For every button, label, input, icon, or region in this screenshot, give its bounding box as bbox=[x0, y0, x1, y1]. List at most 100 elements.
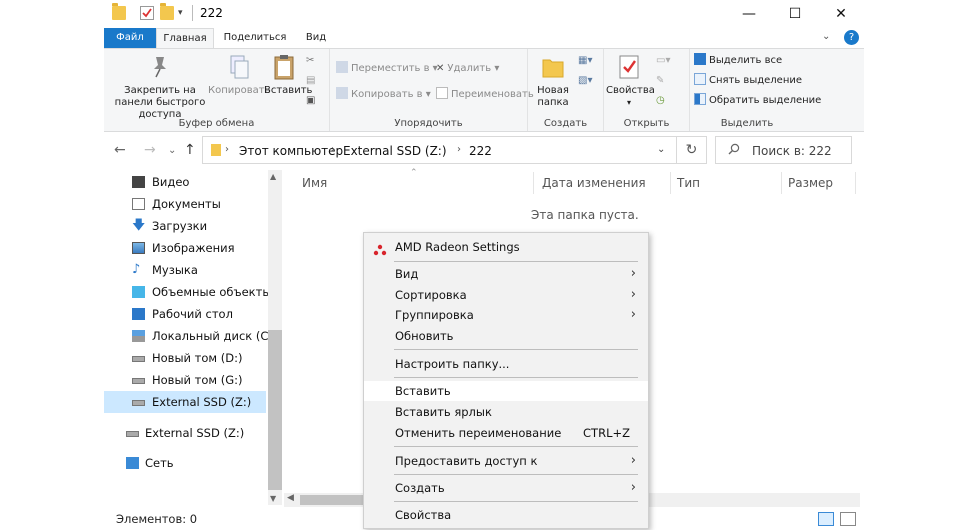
nav-pane-scroll-thumb[interactable] bbox=[268, 330, 282, 490]
menu-item-new[interactable]: Создать › bbox=[364, 478, 648, 498]
back-arrow-icon[interactable]: ← bbox=[114, 142, 126, 158]
select-none-button[interactable]: Снять выделение bbox=[694, 73, 802, 89]
nav-item-music[interactable]: ♪ Музыка bbox=[104, 259, 266, 281]
open-group-label: Открыть bbox=[623, 118, 670, 129]
new-folder-label: Новая папка bbox=[537, 85, 569, 108]
address-dropdown-icon[interactable]: ⌄ bbox=[657, 144, 665, 155]
search-input[interactable]: Поиск в: 222 bbox=[752, 144, 832, 158]
properties-label: Свойства bbox=[606, 85, 655, 96]
minimize-button[interactable]: — bbox=[726, 0, 772, 28]
menu-item-customize-folder[interactable]: Настроить папку... bbox=[364, 354, 648, 374]
nav-item-volume-d[interactable]: Новый том (D:) bbox=[104, 347, 266, 369]
details-view-icon[interactable] bbox=[818, 512, 834, 526]
breadcrumb-folder[interactable]: 222 bbox=[469, 144, 492, 158]
search-box[interactable]: Поиск в: 222 bbox=[715, 136, 852, 164]
open-icon[interactable]: ▭▾ bbox=[656, 53, 670, 69]
nav-item-volume-g[interactable]: Новый том (G:) bbox=[104, 369, 266, 391]
tab-view[interactable]: Вид bbox=[294, 28, 338, 48]
recent-locations-icon[interactable]: ⌄ bbox=[168, 145, 176, 156]
pin-quick-access-button[interactable]: Закрепить на панели быстрого доступа bbox=[108, 53, 212, 121]
nav-item-pictures[interactable]: Изображения bbox=[104, 237, 266, 259]
address-bar[interactable]: › Этот компьютер › External SSD (Z:) › 2… bbox=[202, 136, 677, 164]
menu-item-view[interactable]: Вид › bbox=[364, 264, 648, 284]
breadcrumb-this-pc[interactable]: Этот компьютер bbox=[239, 144, 343, 158]
menu-item-paste-shortcut[interactable]: Вставить ярлык bbox=[364, 402, 648, 422]
menu-item-label: Вид bbox=[395, 267, 419, 281]
create-group-label: Создать bbox=[543, 118, 588, 129]
large-icons-view-icon[interactable] bbox=[840, 512, 856, 526]
new-folder-button[interactable]: Новая папка bbox=[532, 53, 574, 109]
column-header-date-modified[interactable]: Дата изменения bbox=[542, 176, 646, 190]
ribbon: Закрепить на панели быстрого доступа Коп… bbox=[104, 48, 864, 132]
scroll-down-icon[interactable]: ▼ bbox=[270, 494, 276, 503]
new-folder-quick-icon[interactable] bbox=[160, 3, 174, 20]
column-divider[interactable] bbox=[533, 172, 534, 194]
menu-item-amd-radeon-settings[interactable]: AMD Radeon Settings bbox=[364, 237, 648, 257]
easy-access-icon[interactable]: ▧▾ bbox=[578, 73, 592, 89]
column-divider[interactable] bbox=[781, 172, 782, 194]
maximize-button[interactable]: ☐ bbox=[772, 0, 818, 28]
cut-icon[interactable]: ✂ bbox=[306, 53, 314, 69]
nav-item-network[interactable]: Сеть bbox=[104, 452, 266, 474]
column-divider[interactable] bbox=[670, 172, 671, 194]
image-icon bbox=[132, 242, 145, 254]
tab-file[interactable]: Файл bbox=[104, 28, 156, 48]
menu-item-give-access[interactable]: Предоставить доступ к › bbox=[364, 451, 648, 471]
menu-item-undo-rename[interactable]: Отменить переименование CTRL+Z bbox=[364, 423, 648, 443]
tab-share[interactable]: Поделиться bbox=[218, 28, 292, 48]
properties-quick-icon[interactable] bbox=[140, 6, 154, 20]
menu-item-paste[interactable]: Вставить bbox=[364, 381, 648, 401]
select-all-button[interactable]: Выделить все bbox=[694, 53, 782, 69]
invert-selection-button[interactable]: Обратить выделение bbox=[694, 93, 821, 109]
edit-icon[interactable]: ✎ bbox=[656, 73, 664, 89]
nav-item-documents[interactable]: Документы bbox=[104, 193, 266, 215]
status-items-count: Элементов: 0 bbox=[116, 512, 198, 526]
nav-item-3d-objects[interactable]: Объемные объекты bbox=[104, 281, 271, 303]
nav-item-external-ssd-z-root[interactable]: External SSD (Z:) bbox=[104, 422, 266, 444]
close-button[interactable]: ✕ bbox=[818, 0, 864, 28]
breadcrumb-separator-icon: › bbox=[331, 144, 335, 155]
delete-button[interactable]: ✕ Удалить ▾ bbox=[436, 61, 499, 77]
paste-shortcut-icon[interactable]: ▣ bbox=[306, 93, 315, 109]
properties-dropdown-icon[interactable]: ▾ bbox=[606, 97, 652, 109]
rename-button[interactable]: Переименовать bbox=[436, 87, 534, 103]
menu-item-properties[interactable]: Свойства bbox=[364, 505, 648, 525]
nav-item-desktop[interactable]: Рабочий стол bbox=[104, 303, 266, 325]
invert-selection-label: Обратить выделение bbox=[709, 95, 822, 106]
scroll-up-icon[interactable]: ▲ bbox=[270, 172, 276, 181]
column-header-size[interactable]: Размер bbox=[788, 176, 833, 190]
properties-button[interactable]: Свойства ▾ bbox=[606, 53, 655, 109]
column-header-name[interactable]: Имя bbox=[302, 176, 327, 190]
drive-icon bbox=[132, 356, 145, 362]
paste-button[interactable]: Вставить bbox=[264, 53, 312, 97]
copy-to-button[interactable]: Копировать в ▾ bbox=[336, 87, 431, 103]
nav-item-local-disk-c[interactable]: Локальный диск (C:) bbox=[104, 325, 277, 347]
nav-pane-scrollbar[interactable]: ▲ ▼ bbox=[268, 170, 282, 505]
menu-item-refresh[interactable]: Обновить bbox=[364, 326, 648, 346]
forward-arrow-icon[interactable]: → bbox=[144, 142, 156, 158]
collapse-ribbon-icon[interactable]: ⌄ bbox=[822, 31, 830, 42]
scroll-left-icon[interactable]: ◀ bbox=[287, 493, 294, 503]
new-item-icon[interactable]: ▦▾ bbox=[578, 53, 592, 69]
tab-home[interactable]: Главная bbox=[156, 28, 214, 48]
move-to-button[interactable]: Переместить в ▾ bbox=[336, 61, 438, 77]
customize-toolbar-icon[interactable]: ▾ bbox=[178, 6, 192, 20]
nav-item-videos[interactable]: Видео bbox=[104, 171, 266, 193]
menu-item-group[interactable]: Группировка › bbox=[364, 305, 648, 325]
nav-item-downloads[interactable]: 🡇 Загрузки bbox=[104, 215, 266, 237]
up-arrow-icon[interactable]: ↑ bbox=[184, 142, 196, 158]
column-divider[interactable] bbox=[855, 172, 856, 194]
breadcrumb-drive[interactable]: External SSD (Z:) bbox=[343, 144, 447, 158]
history-icon[interactable]: ◷ bbox=[656, 93, 665, 109]
copy-button[interactable]: Копировать bbox=[208, 53, 270, 97]
rename-label: Переименовать bbox=[451, 89, 534, 100]
help-icon[interactable]: ? bbox=[844, 30, 859, 45]
column-header-type[interactable]: Тип bbox=[677, 176, 700, 190]
menu-item-sort[interactable]: Сортировка › bbox=[364, 285, 648, 305]
refresh-icon[interactable]: ↻ bbox=[677, 136, 707, 164]
nav-item-external-ssd-z[interactable]: External SSD (Z:) bbox=[104, 391, 266, 413]
menu-item-label: Создать bbox=[395, 481, 445, 495]
copy-path-icon[interactable]: ▤ bbox=[306, 73, 315, 89]
select-all-icon bbox=[694, 53, 706, 65]
folder-icon bbox=[112, 3, 126, 20]
